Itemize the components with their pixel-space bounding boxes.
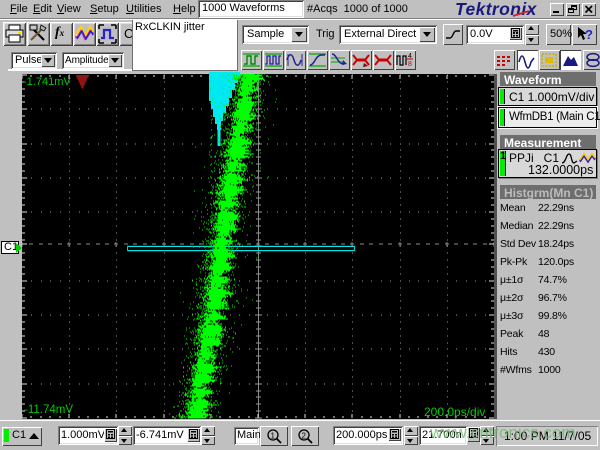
svg-text:2: 2 (302, 432, 307, 441)
svg-text:1: 1 (271, 432, 276, 441)
svg-text:?: ? (585, 27, 593, 42)
svg-text:8: 8 (408, 61, 412, 68)
